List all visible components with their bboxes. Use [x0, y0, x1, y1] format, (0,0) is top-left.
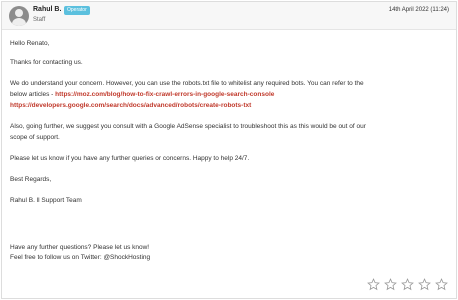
- operator-badge: Operator: [64, 6, 90, 15]
- para1-line2-prefix: below articles -: [10, 91, 56, 98]
- reply-footer: Have any further questions? Please let u…: [10, 243, 150, 263]
- para1-line1: We do understand your concern. However, …: [10, 80, 364, 87]
- ticket-reply-card: Rahul B. Operator Staff 14th April 2022 …: [1, 1, 457, 299]
- rating-star-icon-2[interactable]: [384, 278, 397, 291]
- moz-article-link[interactable]: https://moz.com/blog/how-to-fix-crawl-er…: [55, 91, 274, 98]
- rating-star-icon-5[interactable]: [435, 278, 448, 291]
- reply-date: 14th April 2022 (11:24): [388, 7, 449, 13]
- para2-line2: scope of support.: [10, 134, 60, 141]
- signature: Rahul B. ll Support Team: [10, 197, 82, 204]
- thanks-line: Thanks for contacting us.: [10, 59, 83, 66]
- reply-header: Rahul B. Operator Staff 14th April 2022 …: [2, 2, 456, 30]
- footer-line1: Have any further questions? Please let u…: [10, 244, 150, 251]
- rating-star-icon-1[interactable]: [367, 278, 380, 291]
- author-role: Staff: [33, 17, 46, 23]
- para1-line3: https://developers.google.com/search/doc…: [10, 101, 448, 111]
- google-robots-link[interactable]: https://developers.google.com/search/doc…: [10, 102, 251, 109]
- para3: Please let us know if you have any furth…: [10, 155, 250, 162]
- closing: Best Regards,: [10, 176, 52, 183]
- para1-line2: below articles - https://moz.com/blog/ho…: [10, 90, 448, 100]
- rating-star-icon-3[interactable]: [401, 278, 414, 291]
- user-avatar-icon: [9, 6, 29, 26]
- rating-star-icon-4[interactable]: [418, 278, 431, 291]
- footer-line2: Feel free to follow us on Twitter: @Shoc…: [10, 254, 151, 261]
- rating-stars: [367, 278, 448, 291]
- para2-line1: Also, going further, we suggest you cons…: [10, 123, 366, 130]
- greeting: Hello Renato,: [10, 40, 50, 47]
- author-name: Rahul B.: [33, 6, 62, 13]
